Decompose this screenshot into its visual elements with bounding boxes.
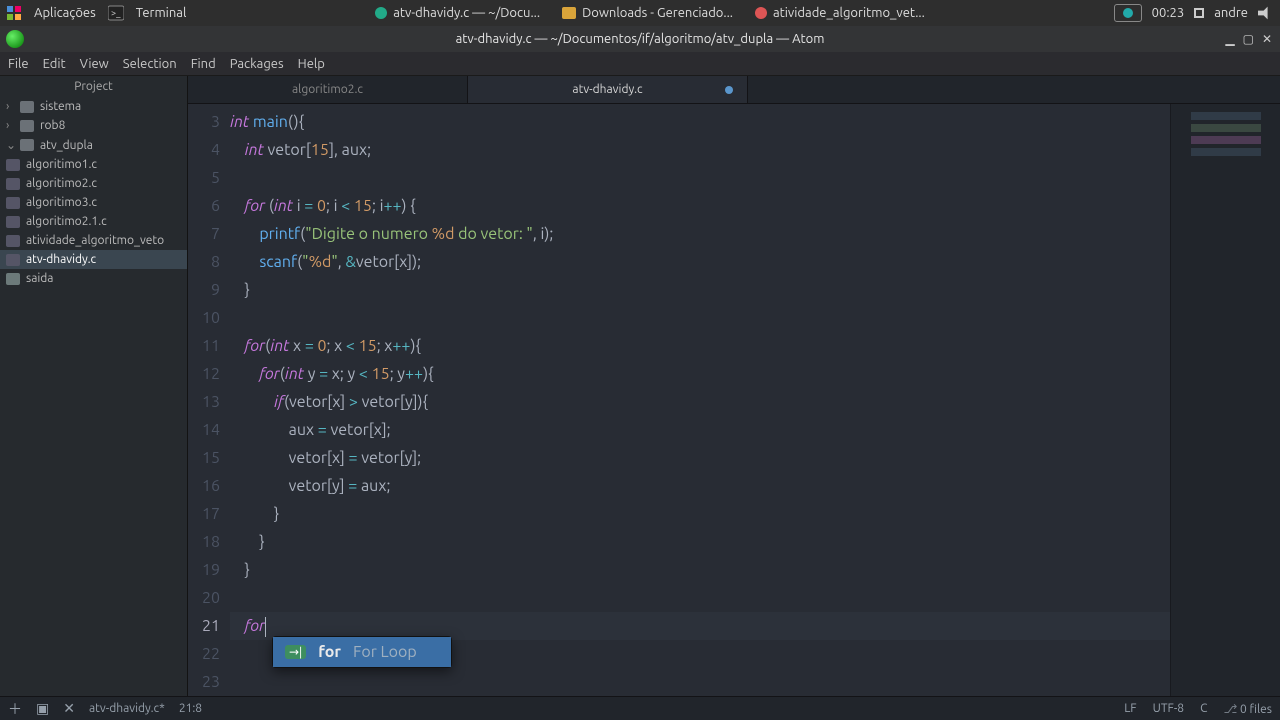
atom-icon bbox=[375, 7, 387, 19]
terminal-panel-icon[interactable]: >_ bbox=[108, 5, 124, 21]
status-bar: ＋ ▣ ✕ atv-dhavidy.c* 21:8 LF UTF-8 C ⎇ 0… bbox=[0, 696, 1280, 720]
menu-edit[interactable]: Edit bbox=[43, 57, 66, 71]
clock[interactable]: 00:23 bbox=[1152, 6, 1185, 20]
autocomplete-word: for bbox=[318, 643, 341, 661]
tab-atv-dhavidy[interactable]: atv-dhavidy.c bbox=[468, 76, 748, 103]
tree-file[interactable]: algoritimo1.c bbox=[0, 155, 187, 174]
modified-indicator-icon bbox=[725, 86, 733, 94]
terminal-toggle-icon[interactable]: ▣ bbox=[36, 700, 49, 717]
text-cursor bbox=[265, 617, 266, 637]
taskbar-filemanager[interactable]: Downloads - Gerenciado... bbox=[556, 4, 739, 22]
svg-text:>_: >_ bbox=[111, 8, 121, 18]
snippet-kind-icon: →| bbox=[285, 645, 306, 659]
chevron-down-icon: ⌄ bbox=[6, 138, 14, 152]
volume-icon[interactable] bbox=[1258, 5, 1274, 21]
project-sidebar: Project ›sistema ›rob8 ⌄atv_dupla algori… bbox=[0, 76, 188, 696]
record-icon bbox=[1123, 8, 1133, 18]
autocomplete-item[interactable]: →| for For Loop bbox=[273, 637, 451, 667]
c-file-icon bbox=[6, 254, 20, 266]
file-tree[interactable]: ›sistema ›rob8 ⌄atv_dupla algoritimo1.c … bbox=[0, 97, 187, 696]
menu-help[interactable]: Help bbox=[298, 57, 325, 71]
menu-selection[interactable]: Selection bbox=[123, 57, 177, 71]
tree-folder-sistema[interactable]: ›sistema bbox=[0, 97, 187, 116]
taskbar-atom-label: atv-dhavidy.c — ~/Docu... bbox=[393, 6, 540, 20]
c-file-icon bbox=[6, 159, 20, 171]
tree-file[interactable]: atividade_algoritmo_veto bbox=[0, 231, 187, 250]
tree-file[interactable]: algoritimo2.c bbox=[0, 174, 187, 193]
status-encoding[interactable]: UTF-8 bbox=[1153, 702, 1184, 716]
sidebar-header: Project bbox=[0, 76, 187, 97]
username[interactable]: andre bbox=[1214, 6, 1248, 20]
menu-find[interactable]: Find bbox=[191, 57, 216, 71]
code-editor[interactable]: 34567891011121314151617181920212223 int … bbox=[188, 104, 1280, 696]
screen-recorder[interactable] bbox=[1114, 4, 1142, 22]
menu-bar: File Edit View Selection Find Packages H… bbox=[0, 52, 1280, 76]
folder-icon bbox=[562, 7, 576, 19]
minimap-content bbox=[1191, 112, 1261, 156]
workspace-indicator-icon[interactable] bbox=[1194, 8, 1204, 18]
folder-icon bbox=[20, 101, 34, 113]
taskbar-doc[interactable]: atividade_algoritmo_vet... bbox=[749, 4, 931, 22]
chevron-right-icon: › bbox=[6, 100, 14, 113]
autocomplete-popup[interactable]: →| for For Loop bbox=[272, 636, 452, 668]
menu-file[interactable]: File bbox=[8, 57, 29, 71]
tab-algoritimo2[interactable]: algoritimo2.c bbox=[188, 76, 468, 103]
tree-file[interactable]: algoritimo3.c bbox=[0, 193, 187, 212]
file-icon bbox=[6, 273, 20, 285]
menu-view[interactable]: View bbox=[80, 57, 109, 71]
apps-launcher-icon[interactable] bbox=[6, 5, 22, 21]
menu-packages[interactable]: Packages bbox=[230, 57, 284, 71]
chevron-right-icon: › bbox=[6, 119, 14, 132]
terminal-panel-label[interactable]: Terminal bbox=[136, 6, 187, 20]
tree-file-active[interactable]: atv-dhavidy.c bbox=[0, 250, 187, 269]
line-gutter: 34567891011121314151617181920212223 bbox=[188, 104, 230, 696]
folder-icon bbox=[20, 120, 34, 132]
system-panel: Aplicações >_ Terminal atv-dhavidy.c — ~… bbox=[0, 0, 1280, 26]
c-file-icon bbox=[6, 216, 20, 228]
tree-file[interactable]: algoritimo2.1.c bbox=[0, 212, 187, 231]
c-file-icon bbox=[6, 235, 20, 247]
status-filename[interactable]: atv-dhavidy.c* bbox=[89, 702, 165, 715]
status-git[interactable]: ⎇ 0 files bbox=[1223, 702, 1272, 716]
taskbar-atom[interactable]: atv-dhavidy.c — ~/Docu... bbox=[369, 4, 546, 22]
code-area[interactable]: int main(){ int vetor[15], aux; for (int… bbox=[230, 104, 1170, 696]
tree-folder-atvdupla[interactable]: ⌄atv_dupla bbox=[0, 135, 187, 155]
window-titlebar: atv-dhavidy.c — ~/Documentos/if/algoritm… bbox=[0, 26, 1280, 52]
doc-icon bbox=[755, 7, 767, 19]
status-cursor-pos[interactable]: 21:8 bbox=[179, 702, 202, 715]
folder-icon bbox=[20, 139, 34, 151]
tree-file[interactable]: saida bbox=[0, 269, 187, 288]
new-file-icon[interactable]: ＋ bbox=[8, 699, 22, 719]
taskbar-fm-label: Downloads - Gerenciado... bbox=[582, 6, 733, 20]
minimap[interactable] bbox=[1170, 104, 1280, 696]
taskbar-doc-label: atividade_algoritmo_vet... bbox=[773, 6, 925, 20]
tree-folder-rob8[interactable]: ›rob8 bbox=[0, 116, 187, 135]
c-file-icon bbox=[6, 178, 20, 190]
status-language[interactable]: C bbox=[1200, 702, 1207, 716]
editor-tabs: algoritimo2.c atv-dhavidy.c bbox=[188, 76, 1280, 104]
window-title: atv-dhavidy.c — ~/Documentos/if/algoritm… bbox=[0, 32, 1280, 46]
apps-menu[interactable]: Aplicações bbox=[34, 6, 96, 20]
c-file-icon bbox=[6, 197, 20, 209]
close-panel-icon[interactable]: ✕ bbox=[63, 700, 75, 717]
status-eol[interactable]: LF bbox=[1124, 702, 1136, 716]
autocomplete-hint: For Loop bbox=[353, 643, 417, 661]
